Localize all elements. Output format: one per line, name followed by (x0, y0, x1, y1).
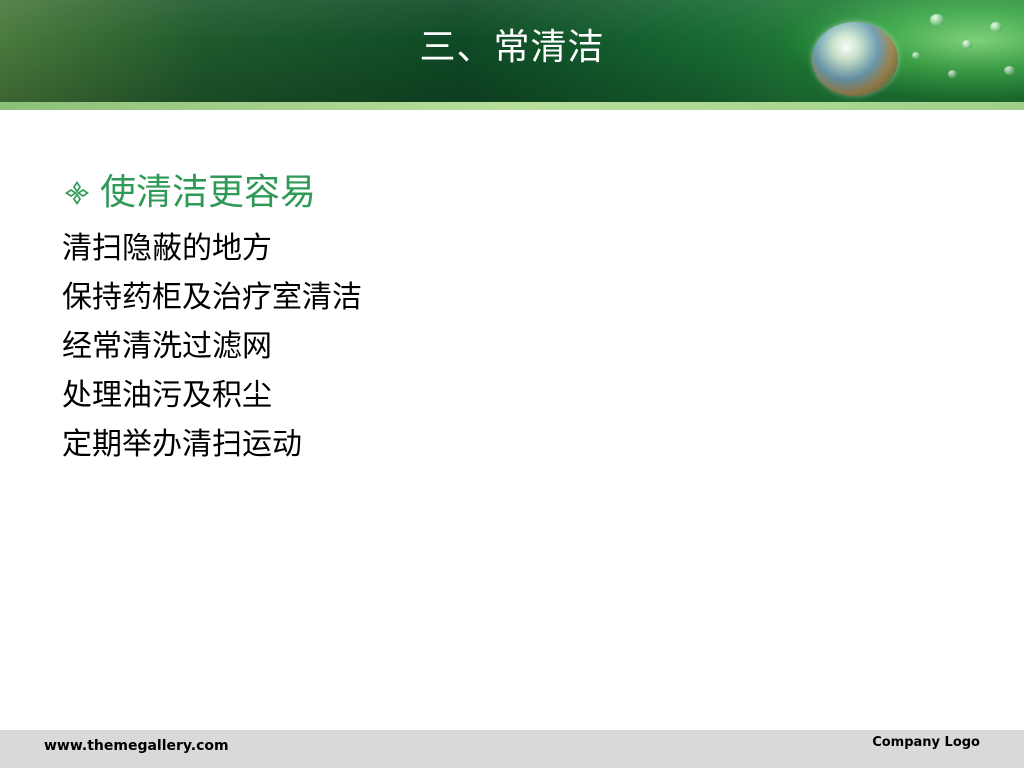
item-list: 清扫隐蔽的地方 保持药柜及治疗室清洁 经常清洗过滤网 处理油污及积尘 定期举办清… (62, 224, 762, 469)
list-item: 保持药柜及治疗室清洁 (62, 280, 362, 315)
header-underline (0, 102, 1024, 110)
heading-text: 使清洁更容易 (100, 172, 317, 213)
list-item: 定期举办清扫运动 (62, 427, 302, 462)
slide: 三、常清洁 使清洁更容易 清扫隐蔽的地方 保持药柜及治疗室清洁 经常清洗过滤网 … (0, 0, 1024, 768)
list-item: 处理油污及积尘 (62, 378, 272, 413)
slide-title: 三、常清洁 (419, 27, 605, 68)
list-item: 经常清洗过滤网 (62, 329, 272, 364)
footer-bar: www.themegallery.com Company Logo (0, 730, 1024, 768)
diamond-bullet-icon (65, 181, 89, 205)
company-logo: Company Logo (872, 735, 980, 750)
footer-url: www.themegallery.com (44, 738, 229, 754)
content-area: 使清洁更容易 清扫隐蔽的地方 保持药柜及治疗室清洁 经常清洗过滤网 处理油污及积… (62, 168, 762, 469)
list-item: 清扫隐蔽的地方 (62, 231, 272, 266)
bullet-heading: 使清洁更容易 (62, 168, 762, 218)
header-banner: 三、常清洁 (0, 0, 1024, 102)
